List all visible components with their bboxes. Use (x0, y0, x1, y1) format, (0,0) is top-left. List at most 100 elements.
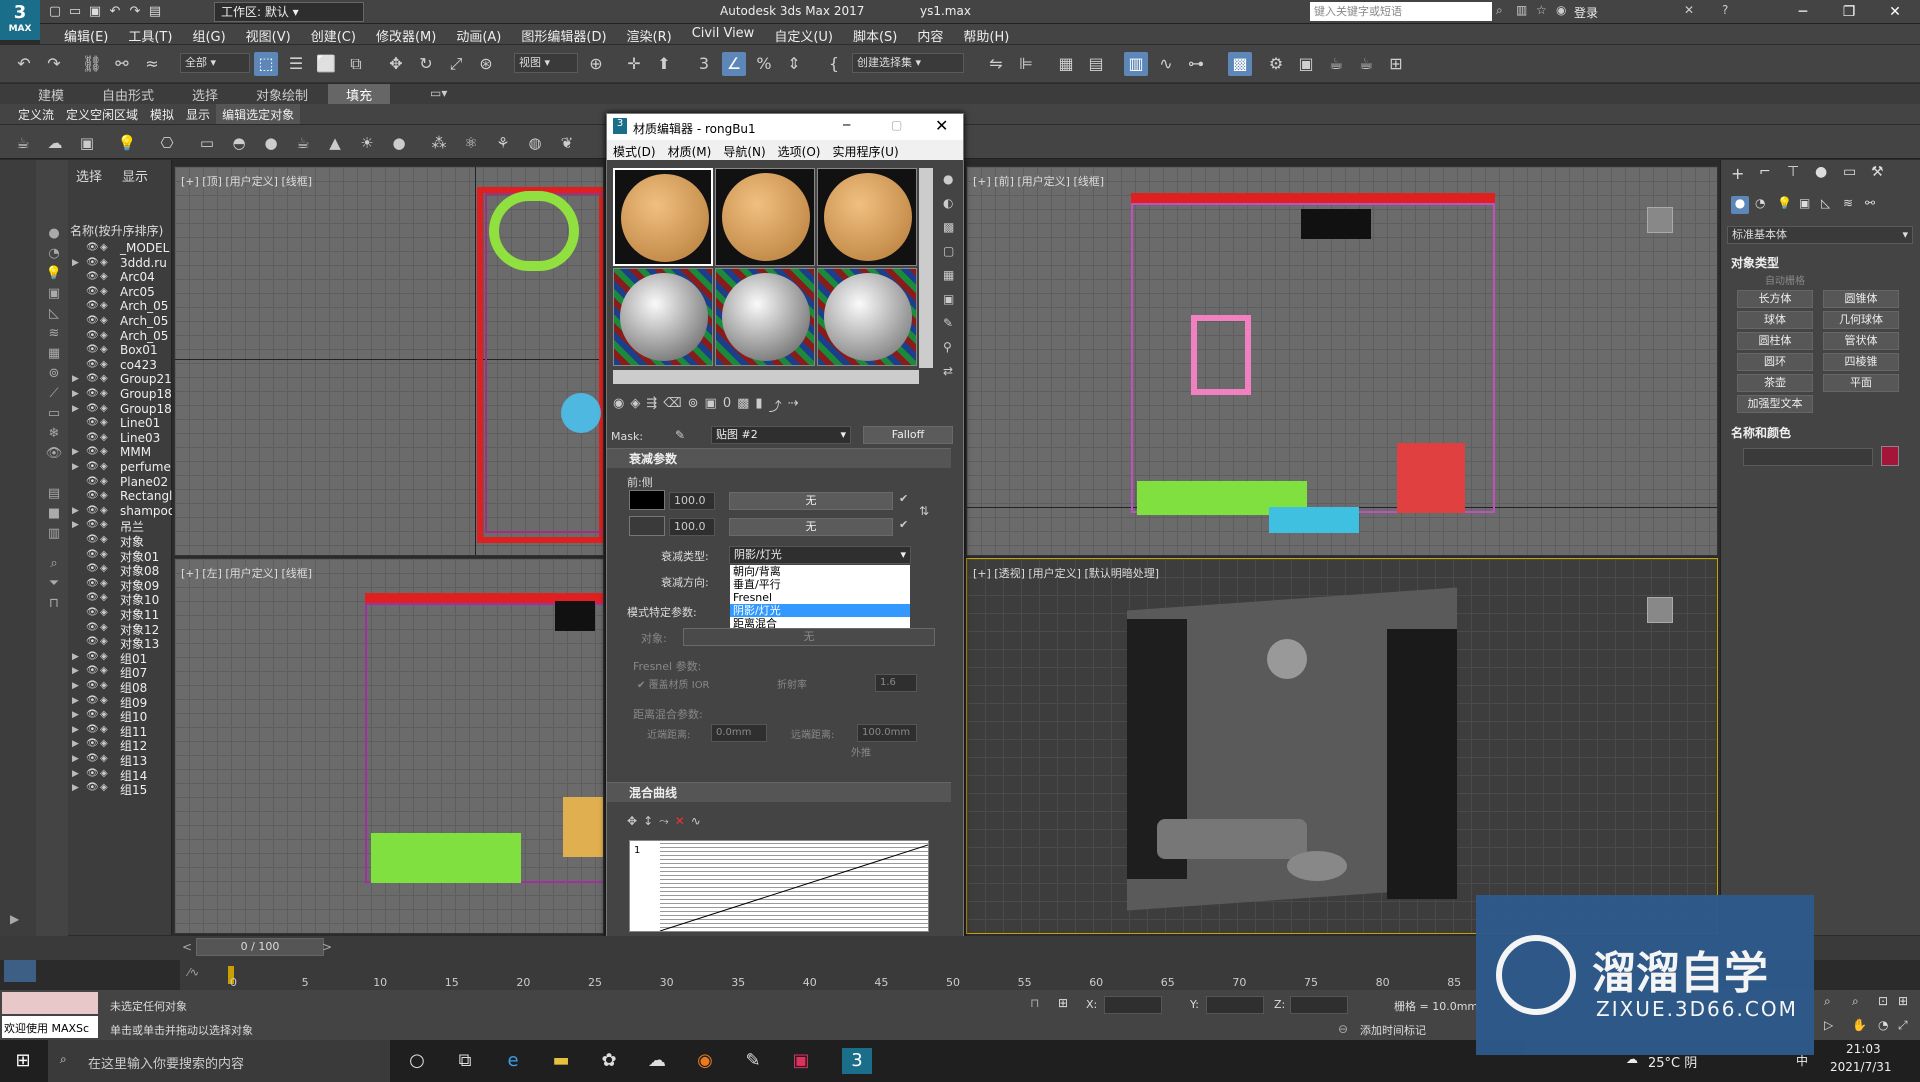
viewport-label-left[interactable]: [+] [左] [用户定义] [线框] (181, 565, 312, 581)
viewport-label-top[interactable]: [+] [顶] [用户定义] [线框] (181, 173, 312, 189)
filter-helper-icon[interactable]: ◺ (45, 306, 63, 324)
molecule-icon[interactable]: ⚛ (460, 132, 482, 154)
undo-icon[interactable]: ↶ (106, 3, 124, 21)
visibility-eye-icon[interactable]: 👁 (86, 403, 99, 414)
expand-arrow-icon[interactable]: ▶ (72, 389, 79, 399)
visibility-eye-icon[interactable]: 👁 (86, 286, 99, 297)
expand-arrow-icon[interactable]: ▶ (72, 520, 79, 530)
material-slot[interactable] (613, 168, 713, 266)
primitive-button[interactable]: 几何球体 (1823, 311, 1899, 329)
new-file-icon[interactable]: ▢ (46, 3, 64, 21)
visibility-eye-icon[interactable]: 👁 (86, 388, 99, 399)
cortana-icon[interactable]: ○ (402, 1048, 432, 1074)
material-slot[interactable] (715, 268, 815, 366)
ref-coord-dropdown[interactable]: 视图 ▾ (514, 53, 578, 73)
mirror-icon[interactable]: ⇋ (984, 52, 1008, 76)
sun-icon[interactable]: ☀ (356, 132, 378, 154)
app-logo[interactable]: 3 MAX (0, 0, 40, 40)
explorer-row[interactable]: ▶ 👁 ◈ 组15 (68, 780, 172, 798)
visibility-eye-icon[interactable]: 👁 (86, 417, 99, 428)
falloff-type-option[interactable]: 阴影/灯光 (730, 604, 910, 617)
picture-icon[interactable]: ▣ (76, 132, 98, 154)
map-type-button[interactable]: Falloff (863, 426, 953, 444)
visibility-eye-icon[interactable]: 👁 (86, 709, 99, 720)
hemisphere-icon[interactable]: ◓ (228, 132, 250, 154)
me-menu-item[interactable]: 实用程序(U) (826, 140, 904, 160)
primitive-button[interactable]: 四棱锥 (1823, 353, 1899, 371)
primitive-button[interactable]: 圆柱体 (1737, 332, 1813, 350)
placement-icon[interactable]: ⊛ (474, 52, 498, 76)
make-unique-icon[interactable]: ⊚ (688, 396, 699, 418)
y-coord-field[interactable] (1206, 996, 1264, 1014)
viewcube[interactable] (1647, 597, 1673, 623)
pivot-center-icon[interactable]: ⊕ (584, 52, 608, 76)
primitive-button[interactable]: 球体 (1737, 311, 1813, 329)
undo-icon[interactable]: ↶ (12, 52, 36, 76)
time-next-icon[interactable]: > (322, 940, 332, 954)
assign-material-icon[interactable]: ⇶ (646, 396, 657, 418)
slot-scrollbar-horizontal[interactable] (613, 370, 919, 384)
task-view-icon[interactable]: ⧉ (450, 1048, 480, 1074)
firefox-icon[interactable]: ◉ (690, 1048, 720, 1074)
far-distance-field[interactable]: 100.0mm (857, 724, 917, 742)
scale-point-icon[interactable]: ↕ (643, 814, 653, 832)
eyedropper-icon[interactable]: ✎ (675, 428, 685, 442)
visibility-eye-icon[interactable]: 👁 (86, 330, 99, 341)
render-setup-icon[interactable]: ⚙ (1264, 52, 1288, 76)
ribbon-tab[interactable]: 建模 (20, 84, 82, 104)
cloud-icon[interactable]: ☁ (44, 132, 66, 154)
add-point-icon[interactable]: ⤳ (659, 814, 669, 832)
ribbon-toggle-icon[interactable]: ▤ (1084, 52, 1108, 76)
visibility-eye-icon[interactable]: 👁 (86, 651, 99, 662)
move-icon[interactable]: ✥ (384, 52, 408, 76)
visibility-eye-icon[interactable]: 👁 (86, 534, 99, 545)
filter-group-icon[interactable]: ▦ (45, 346, 63, 364)
filter-xref-icon[interactable]: ⊚ (45, 366, 63, 384)
open-file-icon[interactable]: ▭ (66, 3, 84, 21)
layer-manager-icon[interactable]: ▦ (1054, 52, 1078, 76)
taskbar-search[interactable]: ⌕ 在这里输入你要搜索的内容 (48, 1040, 390, 1082)
visibility-eye-icon[interactable]: 👁 (86, 622, 99, 633)
primitive-button[interactable]: 管状体 (1823, 332, 1899, 350)
visibility-eye-icon[interactable]: 👁 (86, 300, 99, 311)
populate-subtab[interactable]: 编辑选定对象 (216, 104, 301, 124)
viewport-front[interactable]: [+] [前] [用户定义] [线框] (966, 166, 1718, 556)
select-by-name-icon[interactable]: ☰ (284, 52, 308, 76)
visibility-eye-icon[interactable]: 👁 (86, 578, 99, 589)
video-color-icon[interactable]: ▦ (943, 268, 954, 282)
show-map-icon[interactable]: ▩ (737, 396, 749, 418)
menu-item[interactable]: 创建(C) (301, 24, 366, 45)
sample-type-icon[interactable]: ● (943, 172, 953, 186)
filter-spacewarp-icon[interactable]: ≋ (45, 326, 63, 344)
go-to-parent-icon[interactable]: ⤴ (769, 396, 782, 418)
show-end-result-icon[interactable]: ▮ (755, 396, 762, 418)
list-icon[interactable]: ▤ (45, 486, 63, 504)
utilities-tab-icon[interactable]: ⚒ (1871, 164, 1884, 180)
explorer-column-header[interactable]: 名称(按升序排序) (68, 222, 172, 239)
explorer-tab[interactable]: 显示 (122, 166, 148, 185)
mask-name-field[interactable]: 贴图 #2 ▾ (711, 426, 851, 444)
uv-tiling-icon[interactable]: ▢ (943, 244, 954, 258)
ior-field[interactable]: 1.6 (875, 674, 917, 692)
close-button[interactable]: ✕ (1872, 0, 1918, 24)
primitive-button[interactable]: 圆锥体 (1823, 290, 1899, 308)
zoom-extents-icon[interactable]: ⊡ (1878, 994, 1888, 1008)
options-icon[interactable]: ✎ (943, 316, 953, 330)
explorer-tab[interactable]: 选择 (76, 166, 102, 185)
move-point-icon[interactable]: ✥ (627, 814, 637, 832)
maxscript-listener-top[interactable] (2, 992, 98, 1014)
cone-icon[interactable]: ▲ (324, 132, 346, 154)
systems-icon[interactable]: ⚯ (1865, 196, 1875, 210)
add-time-tag[interactable]: 添加时间标记 (1360, 1022, 1426, 1038)
near-distance-field[interactable]: 0.0mm (711, 724, 767, 742)
zoom-all-icon[interactable]: ⌕ (1852, 994, 1859, 1009)
me-maximize-button[interactable]: ▢ (891, 118, 902, 132)
tree-icon[interactable]: ⚘ (492, 132, 514, 154)
file-explorer-icon[interactable]: ▬ (546, 1048, 576, 1074)
selection-filter-dropdown[interactable]: 全部 ▾ (180, 53, 250, 73)
put-to-library-icon[interactable]: ▣ (705, 396, 717, 418)
3dsmax-taskbar-icon[interactable]: 3 (842, 1048, 872, 1074)
visibility-eye-icon[interactable]: 👁 (86, 753, 99, 764)
falloff-params-rollout[interactable]: 衰减参数 (607, 448, 951, 468)
filter-bone-icon[interactable]: ⟋ (45, 386, 63, 404)
